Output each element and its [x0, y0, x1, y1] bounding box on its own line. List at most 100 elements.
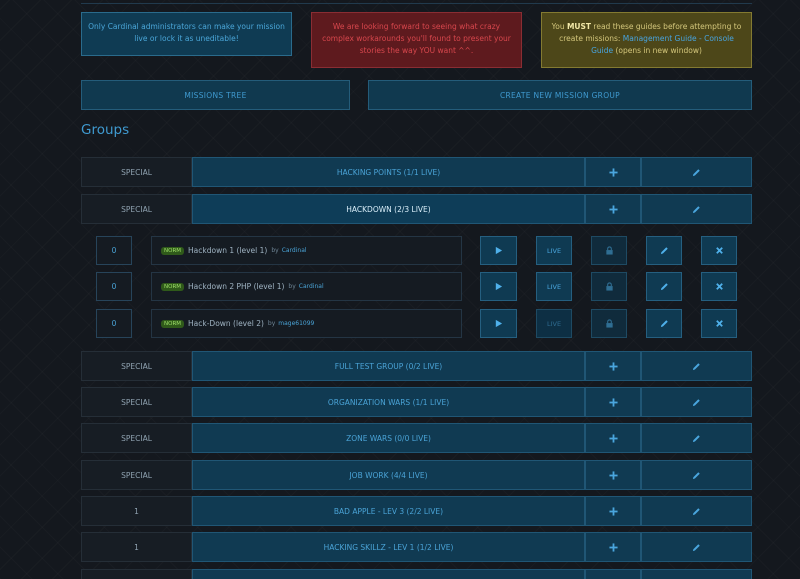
pencil-icon — [692, 362, 701, 371]
mission-type-badge: NORM — [161, 319, 185, 328]
mission-title[interactable]: NORM Hackdown 1 (level 1) by Cardinal — [151, 236, 462, 265]
create-group-button[interactable]: CREATE NEW MISSION GROUP — [368, 80, 752, 110]
play-icon — [494, 246, 503, 255]
edit-group-button[interactable] — [641, 194, 752, 224]
group-name[interactable]: HACKING SKILLZ - LEV 1 (1/2 LIVE) — [192, 532, 585, 562]
add-mission-button[interactable] — [585, 387, 641, 417]
group-cell — [192, 569, 585, 579]
close-icon — [715, 246, 724, 255]
group-priority: SPECIAL — [81, 194, 192, 224]
play-mission-button[interactable] — [480, 309, 517, 338]
lock-mission-button[interactable] — [591, 272, 627, 301]
mission-author-link[interactable]: Cardinal — [299, 283, 324, 290]
edit-group-button[interactable] — [641, 532, 752, 562]
top-divider — [81, 0, 752, 4]
guide-notice: You MUST read these guides before attemp… — [541, 12, 752, 68]
plus-icon — [608, 361, 618, 371]
pencil-icon — [692, 507, 701, 516]
live-toggle-button[interactable]: LIVE — [536, 236, 572, 265]
mission-type-badge: NORM — [161, 282, 185, 291]
group-name[interactable]: HACKDOWN (2/3 LIVE) — [192, 194, 585, 224]
edit-mission-button[interactable] — [646, 309, 682, 338]
group-row: 1 HACKING SKILLZ - LEV 1 (1/2 LIVE) — [81, 532, 752, 562]
edit-group-button[interactable] — [641, 496, 752, 526]
edit-mission-button[interactable] — [646, 236, 682, 265]
close-icon — [715, 319, 724, 328]
play-icon — [494, 282, 503, 291]
section-title: Groups — [81, 122, 130, 138]
play-mission-button[interactable] — [480, 236, 517, 265]
add-mission-button[interactable] — [585, 532, 641, 562]
delete-mission-button[interactable] — [701, 272, 737, 301]
close-icon — [715, 282, 724, 291]
edit-mission-button[interactable] — [646, 272, 682, 301]
edit-group-button[interactable] — [641, 387, 752, 417]
plus-icon — [608, 433, 618, 443]
add-mission-button[interactable] — [585, 496, 641, 526]
edit-group-button[interactable] — [641, 157, 752, 187]
mission-author-link[interactable]: mage61099 — [278, 320, 314, 327]
mission-priority: 0 — [96, 236, 132, 265]
group-priority: SPECIAL — [81, 387, 192, 417]
play-icon — [494, 319, 503, 328]
group-row: 1 BAD APPLE - LEV 3 (2/2 LIVE) — [81, 496, 752, 526]
group-priority: SPECIAL — [81, 423, 192, 453]
lock-mission-button[interactable] — [591, 309, 627, 338]
play-mission-button[interactable] — [480, 272, 517, 301]
delete-mission-button[interactable] — [701, 309, 737, 338]
group-row: SPECIAL HACKDOWN (2/3 LIVE) — [81, 194, 752, 224]
plus-icon — [608, 204, 618, 214]
add-mission-button[interactable] — [585, 351, 641, 381]
plus-icon — [608, 470, 618, 480]
group-name[interactable]: ZONE WARS (0/0 LIVE) — [192, 423, 585, 453]
group-row: SPECIAL ZONE WARS (0/0 LIVE) — [81, 423, 752, 453]
mission-by: by — [271, 247, 279, 254]
group-name[interactable]: FULL TEST GROUP (0/2 LIVE) — [192, 351, 585, 381]
group-cell — [585, 569, 641, 579]
missions-tree-button[interactable]: MISSIONS TREE — [81, 80, 350, 110]
add-mission-button[interactable] — [585, 157, 641, 187]
pencil-icon — [660, 282, 669, 291]
group-row: SPECIAL ORGANIZATION WARS (1/1 LIVE) — [81, 387, 752, 417]
guide-suffix: (opens in new window) — [613, 46, 702, 55]
mission-row: 0 NORM Hackdown 2 PHP (level 1) by Cardinal L… — [96, 272, 737, 301]
warning-notice: We are looking forward to seeing what cr… — [311, 12, 522, 68]
plus-icon — [608, 542, 618, 552]
management-guide-link[interactable]: Management Guide — [623, 34, 697, 43]
mission-author-link[interactable]: Cardinal — [282, 247, 307, 254]
group-row: SPECIAL HACKING POINTS (1/1 LIVE) — [81, 157, 752, 187]
add-mission-button[interactable] — [585, 460, 641, 490]
add-mission-button[interactable] — [585, 423, 641, 453]
edit-group-button[interactable] — [641, 351, 752, 381]
group-name[interactable]: BAD APPLE - LEV 3 (2/2 LIVE) — [192, 496, 585, 526]
delete-mission-button[interactable] — [701, 236, 737, 265]
group-name[interactable]: ORGANIZATION WARS (1/1 LIVE) — [192, 387, 585, 417]
live-toggle-button[interactable]: LIVE — [536, 272, 572, 301]
mission-priority: 0 — [96, 309, 132, 338]
lock-icon — [605, 246, 614, 255]
warning-notice-text: We are looking forward to seeing what cr… — [322, 22, 511, 55]
mission-title[interactable]: NORM Hack-Down (level 2) by mage61099 — [151, 309, 462, 338]
pencil-icon — [660, 246, 669, 255]
plus-icon — [608, 506, 618, 516]
group-name[interactable]: HACKING POINTS (1/1 LIVE) — [192, 157, 585, 187]
mission-name: Hackdown 2 PHP (level 1) — [188, 282, 285, 291]
mission-name: Hackdown 1 (level 1) — [188, 246, 268, 255]
guide-must: MUST — [566, 22, 592, 31]
edit-group-button[interactable] — [641, 460, 752, 490]
group-row-partial — [81, 569, 752, 579]
mission-title[interactable]: NORM Hackdown 2 PHP (level 1) by Cardinal — [151, 272, 462, 301]
admin-notice: Only Cardinal administrators can make yo… — [81, 12, 292, 56]
group-priority: SPECIAL — [81, 157, 192, 187]
add-mission-button[interactable] — [585, 194, 641, 224]
mission-row: 0 NORM Hack-Down (level 2) by mage61099 LIVE — [96, 309, 737, 338]
group-priority: SPECIAL — [81, 351, 192, 381]
live-toggle-button[interactable]: LIVE — [536, 309, 572, 338]
lock-mission-button[interactable] — [591, 236, 627, 265]
edit-group-button[interactable] — [641, 423, 752, 453]
pencil-icon — [692, 434, 701, 443]
group-cell — [81, 569, 192, 579]
mission-priority: 0 — [96, 272, 132, 301]
group-name[interactable]: JOB WORK (4/4 LIVE) — [192, 460, 585, 490]
plus-icon — [608, 397, 618, 407]
